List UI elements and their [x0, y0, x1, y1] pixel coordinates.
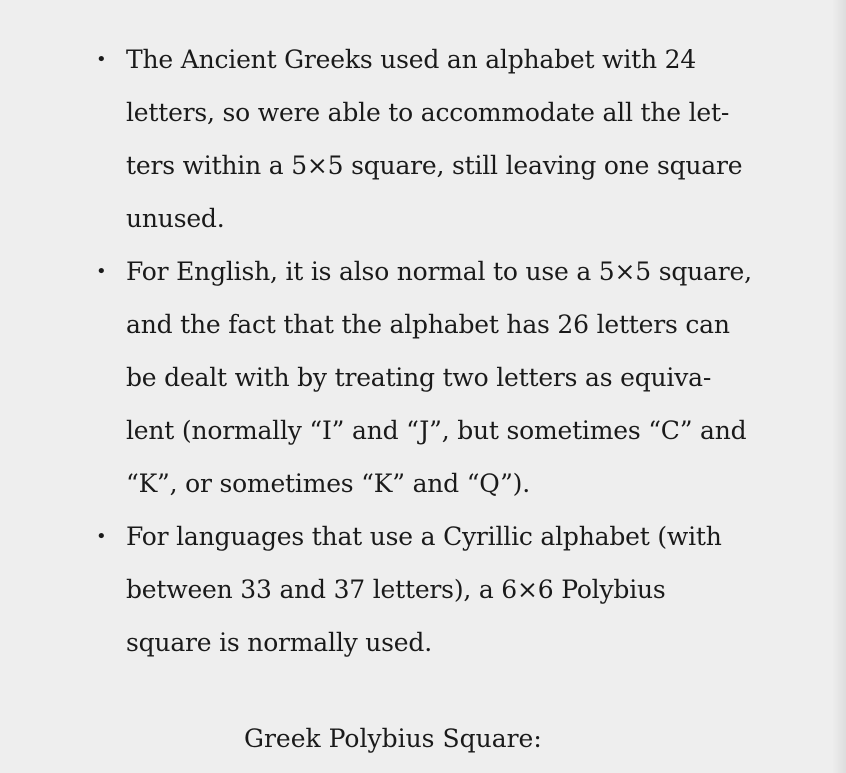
- text-line: and the fact that the alphabet has 26 le…: [126, 310, 730, 339]
- text-line: The Ancient Greeks used an alphabet with…: [126, 45, 697, 74]
- bullet-list: • The Ancient Greeks used an alphabet wi…: [96, 33, 806, 669]
- text-line: “K”, or sometimes “K” and “Q”).: [126, 469, 530, 498]
- text-line: between 33 and 37 letters), a 6×6 Polybi…: [126, 575, 666, 604]
- bullet-dot-icon: •: [96, 49, 107, 70]
- text-line: lent (normally “I” and “J”, but sometime…: [126, 416, 747, 445]
- text-line: For English, it is also normal to use a …: [126, 257, 752, 286]
- bullet-item-english: • For English, it is also normal to use …: [96, 245, 806, 510]
- text-line: unused.: [126, 204, 225, 233]
- page-edge-shadow: [832, 0, 846, 773]
- text-line: square is normally used.: [126, 628, 432, 657]
- bullet-dot-icon: •: [96, 526, 107, 547]
- table-caption: Greek Polybius Square:: [244, 724, 542, 753]
- text-line: For languages that use a Cyrillic alphab…: [126, 522, 722, 551]
- bullet-dot-icon: •: [96, 261, 107, 282]
- text-line: be dealt with by treating two letters as…: [126, 363, 712, 392]
- bullet-item-cyrillic: • For languages that use a Cyrillic alph…: [96, 510, 806, 669]
- text-line: ters within a 5×5 square, still leaving …: [126, 151, 743, 180]
- text-line: letters, so were able to accommodate all…: [126, 98, 730, 127]
- bullet-item-greek: • The Ancient Greeks used an alphabet wi…: [96, 33, 806, 245]
